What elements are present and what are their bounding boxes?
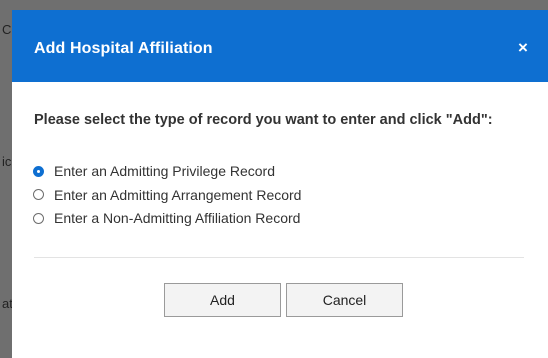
background-page-top <box>0 0 548 10</box>
option-admitting-arrangement[interactable]: Enter an Admitting Arrangement Record <box>33 185 301 205</box>
option-label: Enter an Admitting Arrangement Record <box>54 186 302 203</box>
record-type-options: Enter an Admitting Privilege Record Ente… <box>33 161 301 232</box>
instruction-text: Please select the type of record you wan… <box>34 112 493 128</box>
radio-button[interactable] <box>33 189 44 200</box>
close-icon[interactable]: × <box>514 39 532 57</box>
dialog-divider <box>34 257 524 258</box>
background-text-fragment: C <box>2 22 12 37</box>
cancel-button[interactable]: Cancel <box>286 283 403 317</box>
add-button[interactable]: Add <box>164 283 281 317</box>
background-text-fragment: ic <box>2 154 12 169</box>
add-hospital-affiliation-dialog: Add Hospital Affiliation × Please select… <box>12 10 548 358</box>
radio-button[interactable] <box>33 212 44 224</box>
option-label: Enter a Non-Admitting Affiliation Record <box>54 210 301 226</box>
dialog-title: Add Hospital Affiliation <box>34 40 213 57</box>
option-label: Enter an Admitting Privilege Record <box>54 163 275 179</box>
option-non-admitting-affiliation[interactable]: Enter a Non-Admitting Affiliation Record <box>33 208 301 228</box>
background-text-fragment: at <box>2 296 12 311</box>
option-admitting-privilege[interactable]: Enter an Admitting Privilege Record <box>33 161 301 181</box>
dialog-header: Add Hospital Affiliation × <box>12 10 548 82</box>
radio-button-selected[interactable] <box>33 165 44 177</box>
